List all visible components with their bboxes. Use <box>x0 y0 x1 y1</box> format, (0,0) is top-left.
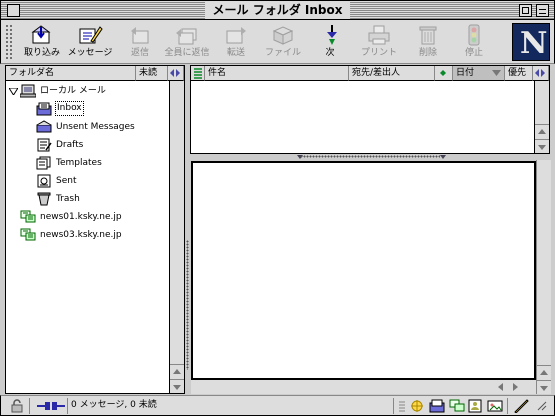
preview-horizontal-scrollbar[interactable] <box>191 380 536 394</box>
trash-icon <box>37 192 51 206</box>
column-header-read-status[interactable] <box>435 66 453 81</box>
scroll-down-arrow[interactable] <box>537 380 551 394</box>
column-header-sender[interactable]: 宛先/差出人 <box>349 66 435 81</box>
reply-icon <box>131 27 149 44</box>
new-message-button[interactable]: メッセージ <box>65 23 115 63</box>
column-header-priority[interactable]: 優先 <box>505 66 533 81</box>
splitter-arrow-icon[interactable] <box>440 155 446 159</box>
status-divider <box>29 398 30 414</box>
status-divider <box>393 398 394 414</box>
splitter-grip[interactable] <box>300 155 440 158</box>
message-preview-content[interactable] <box>191 161 536 380</box>
pen-edit-icon[interactable] <box>513 399 529 413</box>
toolbar: 取り込み メッセージ 返信 全員に返信 転送 ファイル 次 プリント 削除 停止… <box>0 20 555 64</box>
column-header-subject[interactable]: 件名 <box>205 66 349 81</box>
folder-item-unsent-messages[interactable]: Unsent Messages <box>6 118 168 136</box>
newsgroups-icon[interactable] <box>449 399 465 413</box>
scroll-down-arrow[interactable] <box>535 139 549 153</box>
get-mail-icon <box>31 25 51 44</box>
collapse-box[interactable] <box>536 4 549 17</box>
stop-button[interactable]: 停止 <box>461 23 487 63</box>
templates-icon <box>36 156 51 170</box>
reply-all-icon <box>176 28 197 45</box>
message-list-pane: 件名 宛先/差出人 日付 優先 <box>190 65 550 154</box>
drafts-icon <box>37 138 52 152</box>
column-picker-icon <box>535 69 545 77</box>
zoom-box[interactable] <box>519 4 532 17</box>
stop-icon <box>468 24 480 46</box>
column-header-folder-name[interactable]: フォルダ名 <box>6 66 136 81</box>
scroll-up-arrow[interactable] <box>535 124 549 138</box>
next-icon <box>327 25 337 45</box>
news-server-item[interactable]: news01.ksky.ne.jp <box>6 208 168 226</box>
resize-grip-icon <box>399 401 405 412</box>
window-resize-icon[interactable] <box>535 399 547 413</box>
disclosure-triangle-icon[interactable] <box>9 88 18 95</box>
folder-pane-scrollbar[interactable] <box>169 81 184 393</box>
message-preview-pane <box>190 160 551 394</box>
file-icon <box>272 26 294 45</box>
splitter-grip[interactable] <box>186 240 189 370</box>
folder-tree: ローカル メール Inbox Unsent Messages Drafts Te… <box>6 82 168 244</box>
print-button[interactable]: プリント <box>359 23 399 63</box>
column-picker-icon <box>170 69 180 77</box>
scroll-down-arrow[interactable] <box>170 379 184 393</box>
get-mail-button[interactable]: 取り込み <box>21 23 63 63</box>
netscape-logo[interactable]: N <box>512 23 550 61</box>
forward-button[interactable]: 転送 <box>221 23 251 63</box>
message-list-scrollbar[interactable] <box>534 81 549 153</box>
folder-item-trash[interactable]: Trash <box>6 190 168 208</box>
toolbar-grip[interactable] <box>5 24 13 60</box>
new-message-icon <box>79 26 103 44</box>
scroll-up-arrow[interactable] <box>170 364 184 378</box>
read-status-icon <box>440 70 446 76</box>
delete-button[interactable]: 削除 <box>415 23 441 63</box>
print-icon <box>368 25 390 45</box>
column-header-thread[interactable] <box>191 66 205 81</box>
forward-icon <box>226 27 246 44</box>
folder-item-drafts[interactable]: Drafts <box>6 136 168 154</box>
online-connection-icon[interactable] <box>37 399 65 413</box>
scroll-up-arrow[interactable] <box>537 365 551 379</box>
column-header-unread[interactable]: 未読 <box>136 66 168 81</box>
folder-item-inbox[interactable]: Inbox <box>6 100 168 118</box>
column-header-date[interactable]: 日付 <box>453 66 505 81</box>
close-box[interactable] <box>7 4 20 17</box>
sent-icon <box>37 174 51 188</box>
thread-icon <box>194 68 202 79</box>
title-bar[interactable]: メール フォルダ Inbox <box>0 0 555 20</box>
inbox-icon <box>36 102 52 116</box>
message-column-picker[interactable] <box>533 66 549 81</box>
next-button[interactable]: 次 <box>319 23 341 63</box>
status-text: 0 メッセージ, 0 未読 <box>71 400 157 410</box>
scroll-left-arrow[interactable] <box>494 380 508 394</box>
composer-icon[interactable] <box>487 399 503 413</box>
preview-scrollbar[interactable] <box>536 160 551 394</box>
security-lock-icon[interactable] <box>9 399 25 413</box>
column-picker[interactable] <box>168 66 184 81</box>
file-button[interactable]: ファイル <box>263 23 303 63</box>
status-bar: 0 メッセージ, 0 未読 <box>0 395 555 416</box>
sort-descending-icon <box>492 70 501 76</box>
tree-root-local-mail[interactable]: ローカル メール <box>6 82 168 100</box>
address-book-icon[interactable] <box>467 399 483 413</box>
navigator-icon[interactable] <box>409 399 425 413</box>
reply-all-button[interactable]: 全員に返信 <box>161 23 213 63</box>
reply-button[interactable]: 返信 <box>125 23 155 63</box>
folder-item-sent[interactable]: Sent <box>6 172 168 190</box>
status-divider <box>67 398 68 414</box>
window-title: メール フォルダ Inbox <box>204 2 351 19</box>
scroll-right-arrow[interactable] <box>508 380 522 394</box>
news-server-item[interactable]: news03.ksky.ne.jp <box>6 226 168 244</box>
local-mail-icon <box>20 84 36 98</box>
unsent-icon <box>36 120 52 133</box>
folder-item-templates[interactable]: Templates <box>6 154 168 172</box>
news-server-icon <box>20 210 36 223</box>
folder-pane: フォルダ名 未読 ローカル メール Inbox Unsent Messages … <box>5 65 185 394</box>
mail-icon[interactable] <box>429 399 445 413</box>
status-divider <box>507 398 508 414</box>
delete-icon <box>419 26 437 45</box>
news-server-icon <box>20 228 36 241</box>
